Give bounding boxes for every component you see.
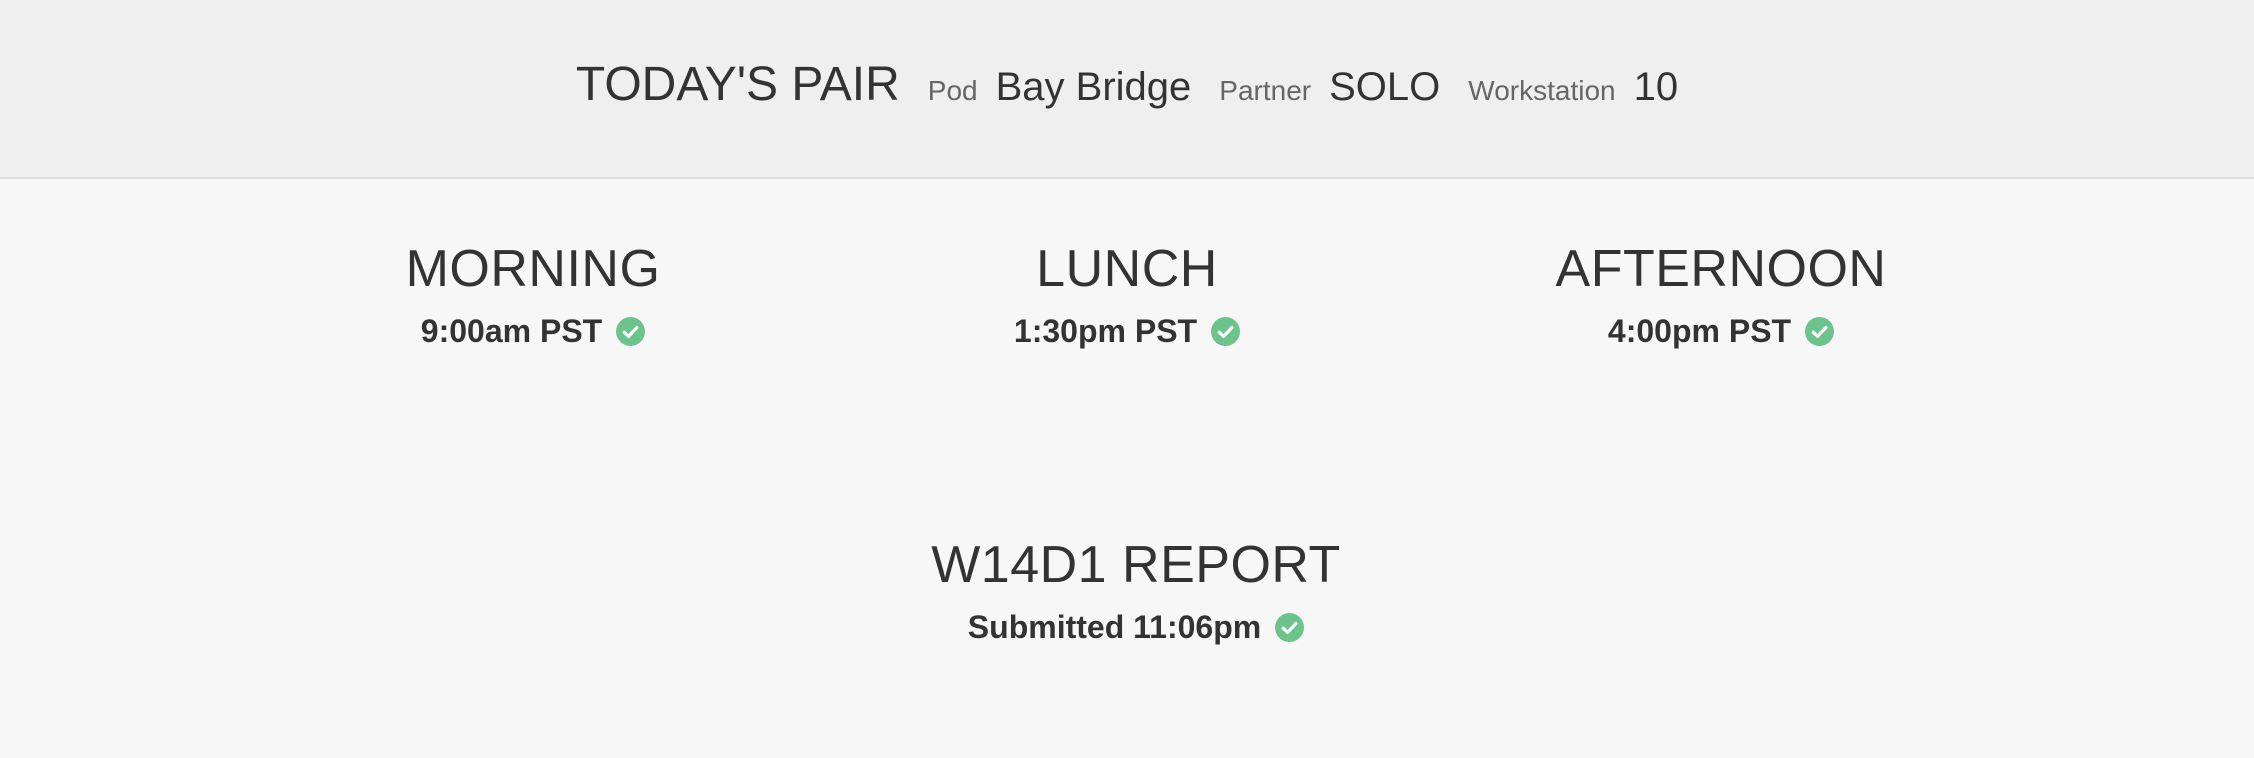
afternoon-title: AFTERNOON: [1555, 240, 1887, 298]
lunch-title: LUNCH: [1036, 240, 1218, 298]
afternoon-status: 4:00pm PST: [1421, 311, 2021, 351]
morning-checkin: MORNING 9:00am PST: [233, 239, 833, 351]
lunch-checkin: LUNCH 1:30pm PST: [827, 239, 1427, 351]
daily-report: W14D1 REPORT Submitted 11:06pm: [836, 535, 1436, 647]
pair-title: TODAY'S PAIR: [575, 58, 900, 111]
check-circle-icon: [1805, 316, 1835, 346]
afternoon-time: 4:00pm PST: [1607, 312, 1792, 349]
morning-status: 9:00am PST: [233, 311, 833, 351]
report-title: W14D1 REPORT: [931, 536, 1341, 594]
report-status: Submitted 11:06pm: [836, 607, 1436, 647]
workstation-label: Workstation: [1468, 75, 1616, 106]
pod-value: Bay Bridge: [995, 65, 1192, 109]
morning-title: MORNING: [405, 240, 661, 298]
afternoon-checkin: AFTERNOON 4:00pm PST: [1421, 239, 2021, 351]
pod-label: Pod: [927, 75, 978, 106]
report-submitted-time: Submitted 11:06pm: [967, 608, 1262, 645]
partner-value: SOLO: [1329, 65, 1441, 109]
partner-label: Partner: [1219, 75, 1312, 106]
lunch-status: 1:30pm PST: [827, 311, 1427, 351]
morning-time: 9:00am PST: [420, 312, 603, 349]
workstation-value: 10: [1633, 65, 1679, 109]
pair-info: TODAY'S PAIR Pod Bay Bridge Partner SOLO…: [576, 57, 1678, 112]
check-circle-icon: [1211, 316, 1241, 346]
lunch-time: 1:30pm PST: [1013, 312, 1198, 349]
check-circle-icon: [616, 316, 646, 346]
todays-pair-bar: TODAY'S PAIR Pod Bay Bridge Partner SOLO…: [0, 0, 2254, 179]
check-circle-icon: [1275, 612, 1305, 642]
